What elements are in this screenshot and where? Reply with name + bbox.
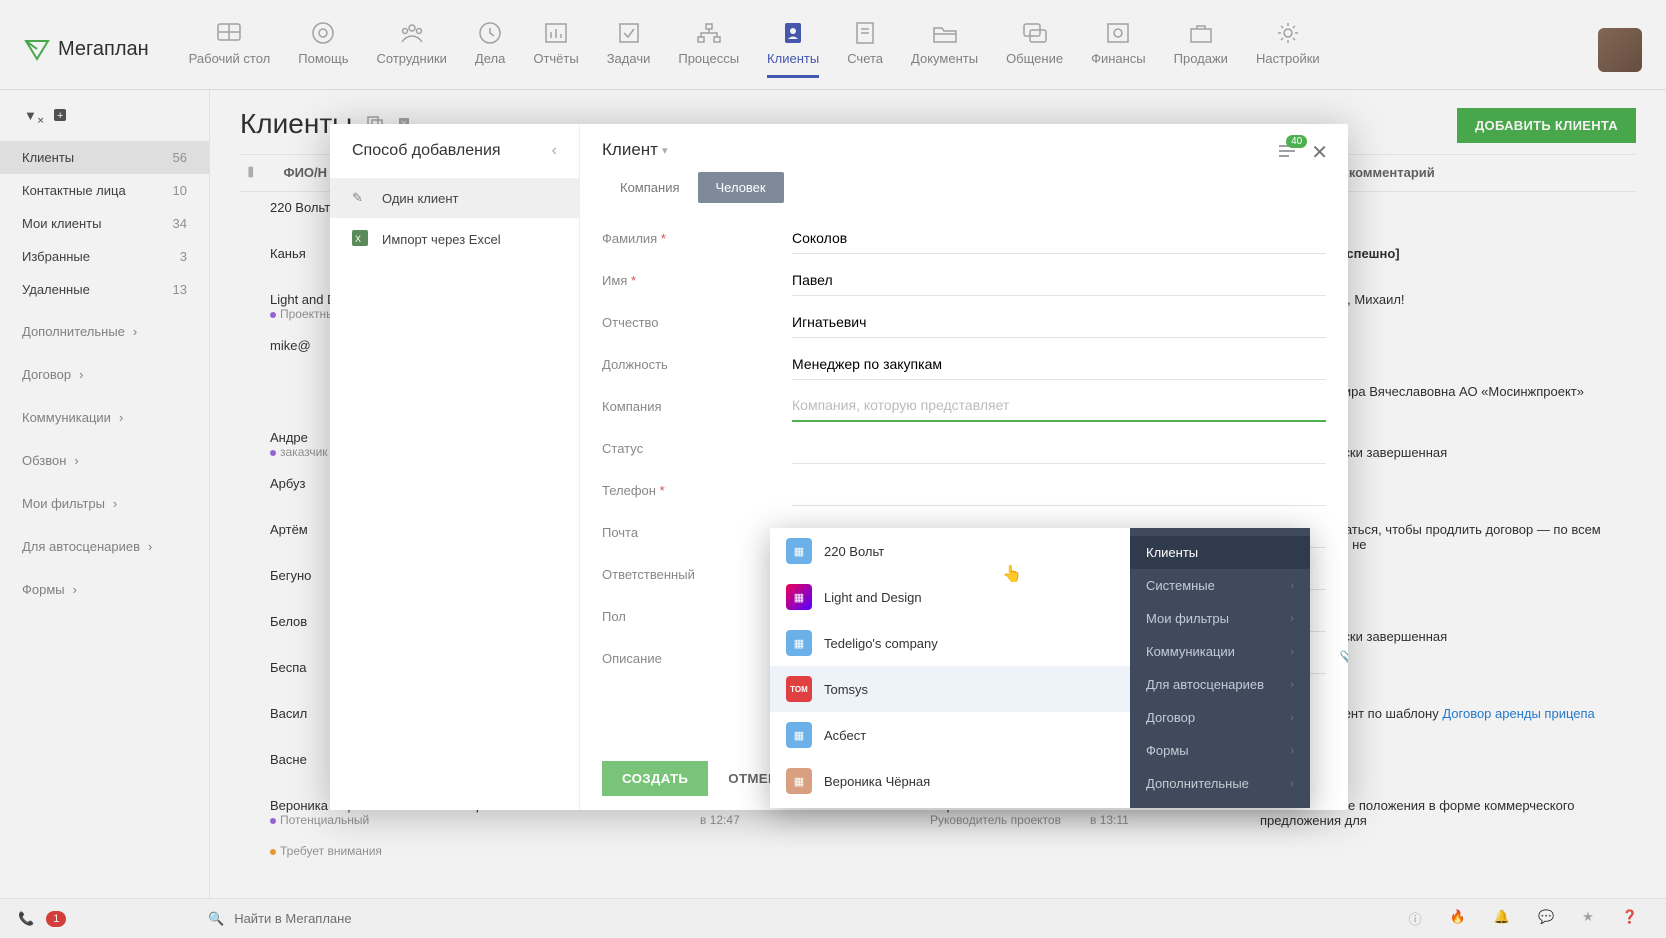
svg-text:X: X — [355, 234, 361, 244]
excel-small-icon: X — [352, 230, 370, 249]
dropdown-category[interactable]: Договор› — [1130, 701, 1310, 734]
company-dropdown: ▦220 Вольт▦Light and Design▦Tedeligo's c… — [770, 528, 1310, 808]
method-single[interactable]: ✎Один клиент — [330, 178, 579, 218]
input-status[interactable] — [792, 433, 1326, 464]
dropdown-item[interactable]: ▦Tedeligo's company — [770, 620, 1130, 666]
input-name[interactable] — [792, 265, 1326, 296]
create-button[interactable]: СОЗДАТЬ — [602, 761, 708, 796]
attach-icon[interactable]: 📎 — [1340, 650, 1348, 666]
label-description: Описание — [602, 651, 792, 666]
dropdown-item[interactable]: ▦Light and Design — [770, 574, 1130, 620]
close-modal-icon[interactable]: ✕ — [1311, 140, 1328, 165]
label-patronymic: Отчество — [602, 315, 792, 330]
dropdown-item[interactable]: ▦Вероника Чёрная — [770, 758, 1130, 804]
dropdown-item[interactable]: ▦ДООЛ "Зелёный мыс" — [770, 804, 1130, 808]
pencil-icon: ✎ — [352, 190, 370, 206]
input-company[interactable] — [792, 390, 1326, 422]
method-excel[interactable]: XИмпорт через Excel — [330, 218, 579, 261]
label-phone: Телефон * — [602, 483, 792, 498]
dropdown-category[interactable]: Системные› — [1130, 569, 1310, 602]
input-position[interactable] — [792, 349, 1326, 380]
tab-company[interactable]: Компания — [602, 172, 698, 203]
label-name: Имя * — [602, 273, 792, 288]
label-email: Почта — [602, 525, 792, 540]
modal-method-panel: Способ добавления ‹ ✎Один клиент XИмпорт … — [330, 124, 580, 810]
label-responsible: Ответственный — [602, 567, 792, 582]
tab-person[interactable]: Человек — [698, 172, 784, 203]
dropdown-category[interactable]: Клиенты — [1130, 536, 1310, 569]
dropdown-item[interactable]: ▦Асбест — [770, 712, 1130, 758]
label-gender: Пол — [602, 609, 792, 624]
add-client-modal: Способ добавления ‹ ✎Один клиент XИмпорт … — [330, 124, 1348, 810]
dropdown-category[interactable]: Коммуникации› — [1130, 635, 1310, 668]
dropdown-item[interactable]: ▦220 Вольт — [770, 528, 1130, 574]
modal-method-title: Способ добавления — [352, 142, 501, 160]
label-position: Должность — [602, 357, 792, 372]
label-company: Компания — [602, 399, 792, 414]
dropdown-category[interactable]: Для автосценариев› — [1130, 668, 1310, 701]
modal-title[interactable]: Клиент ▾ — [602, 140, 667, 160]
list-badge-icon[interactable] — [1277, 143, 1297, 162]
dropdown-item[interactable]: TOMTomsys — [770, 666, 1130, 712]
modal-form-panel: Клиент ▾ ✕ Компания Человек Фамилия * Им… — [580, 124, 1348, 810]
input-patronymic[interactable] — [792, 307, 1326, 338]
collapse-icon[interactable]: ‹ — [552, 142, 557, 160]
label-surname: Фамилия * — [602, 231, 792, 246]
input-surname[interactable] — [792, 223, 1326, 254]
dropdown-category[interactable]: Мои фильтры› — [1130, 602, 1310, 635]
dropdown-category[interactable]: Формы› — [1130, 734, 1310, 767]
input-phone[interactable] — [792, 475, 1326, 506]
label-status: Статус — [602, 441, 792, 456]
dropdown-category[interactable]: Дополнительные› — [1130, 767, 1310, 800]
